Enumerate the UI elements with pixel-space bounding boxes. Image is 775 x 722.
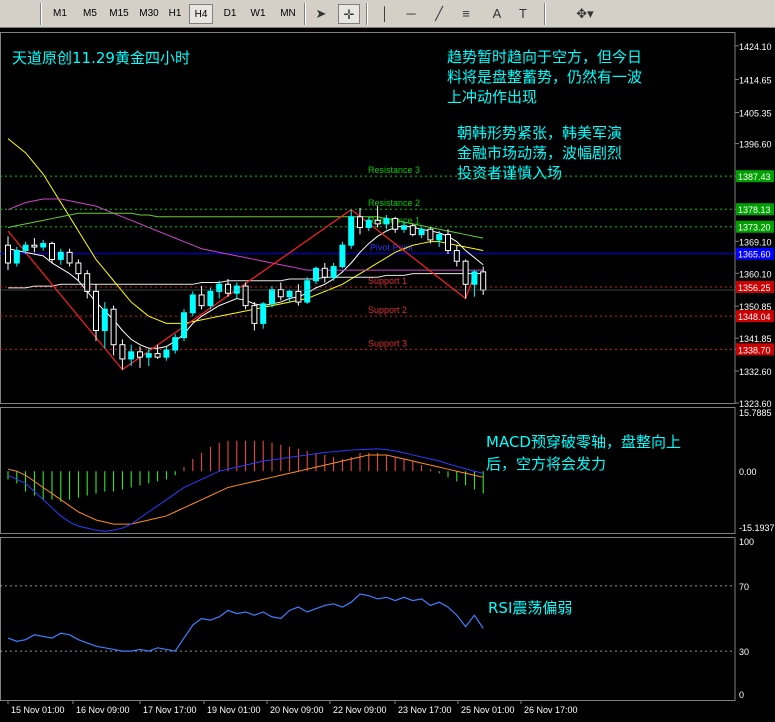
candle [269, 286, 275, 308]
level-price-tag-text: 1378.13 [738, 205, 771, 215]
macd-axis-label: 15.7885 [739, 408, 772, 418]
price-axis-label: 1332.60 [739, 367, 772, 377]
time-axis-label: 17 Nov 17:00 [143, 705, 197, 715]
time-axis-label: 20 Nov 09:00 [270, 705, 324, 715]
time-axis-label: 23 Nov 17:00 [398, 705, 452, 715]
price-axis-label: 1369.10 [739, 237, 772, 247]
trend-comment-line-2: 料将是盘整蓄势，仍然有一波 [447, 68, 642, 86]
price-axis-label: 1341.85 [739, 334, 772, 344]
candle [207, 287, 214, 310]
time-axis-label: 16 Nov 09:00 [76, 705, 130, 715]
trend-comment-line-1: 趋势暂时趋向于空方，但今日 [447, 48, 642, 66]
arrows-dropdown-icon[interactable]: ✥▾ [570, 4, 600, 24]
level-price-tag-text: 1373.20 [738, 223, 771, 233]
rsi-comment: RSI震荡偏弱 [488, 599, 572, 617]
level-label: Resistance 2 [368, 198, 420, 208]
level-label: Resistance 3 [368, 165, 420, 175]
candle [304, 277, 311, 304]
candle [409, 223, 416, 237]
trendline-icon[interactable]: ╱ [428, 4, 450, 24]
macd-comment-line-2: 后，空方将会发力 [486, 455, 606, 473]
rsi-axis-label: 30 [739, 647, 749, 657]
toolbar-separator [40, 3, 42, 25]
level-label: Support 2 [368, 305, 407, 315]
text-icon[interactable]: A [486, 4, 508, 24]
time-axis-label: 19 Nov 01:00 [207, 705, 261, 715]
chart-title: 天道原创11.29黄金四小时 [12, 49, 190, 67]
timeframe-d1-button[interactable]: D1 [218, 4, 242, 24]
time-axis-label: 26 Nov 17:00 [524, 705, 578, 715]
level-price-tag-text: 1348.04 [738, 312, 771, 322]
chart-toolbar: M1 M5 M15 M30 H1 H4 D1 W1 MN ➤ ✛ │ ─ ╱ ≡ A T ✥▾ [0, 0, 775, 28]
candle [339, 241, 346, 269]
timeframe-m1-button[interactable]: M1 [47, 4, 73, 24]
time-axis-label: 22 Nov 09:00 [333, 705, 387, 715]
toolbar-separator [544, 3, 546, 25]
timeframe-m15-button[interactable]: M15 [105, 4, 133, 24]
candle [242, 282, 249, 310]
toolbar-separator [304, 3, 306, 25]
price-axis-label: 1414.65 [739, 75, 772, 85]
trend-comment-line-3: 上冲动作出现 [447, 88, 537, 106]
news-comment-line-1: 朝韩形势紧张，韩美军演 [457, 124, 622, 142]
text-label-icon[interactable]: T [512, 4, 534, 24]
timeframe-mn-button[interactable]: MN [275, 4, 301, 24]
level-price-tag-text: 1338.70 [738, 345, 771, 355]
news-comment-line-2: 金融市场动荡，波幅剧烈 [457, 144, 622, 162]
macd-comment-line-1: MACD预穿破零轴，盘整向上 [486, 433, 681, 451]
time-axis-label: 25 Nov 01:00 [461, 705, 515, 715]
timeframe-w1-button[interactable]: W1 [246, 4, 270, 24]
candle [189, 291, 196, 317]
chart-area: 1424.10 1414.65 1405.35 1396.60 1387.43 1378.… [0, 28, 775, 722]
time-axis-label: 15 Nov 01:00 [11, 705, 65, 715]
timeframe-m5-button[interactable]: M5 [77, 4, 103, 24]
price-axis-label: 1424.10 [739, 42, 772, 52]
timeframe-h4-button[interactable]: H4 [189, 4, 213, 24]
price-axis-label: 1396.60 [739, 140, 772, 150]
candle [181, 309, 187, 342]
rsi-axis-label: 100 [739, 537, 754, 547]
macd-axis-label: 0.00 [739, 467, 757, 477]
vertical-line-icon[interactable]: │ [374, 4, 396, 24]
candle [49, 241, 55, 263]
crosshair-icon[interactable]: ✛ [338, 4, 360, 24]
news-comment-line-3: 投资者谨慎入场 [457, 164, 562, 182]
rsi-axis-label: 0 [739, 690, 744, 700]
price-axis-label: 1360.10 [739, 269, 772, 279]
rsi-axis-label: 70 [739, 582, 749, 592]
horizontal-line-icon[interactable]: ─ [400, 4, 422, 24]
toolbar-separator [366, 3, 368, 25]
macd-axis-label: -15.1937 [739, 523, 775, 533]
timeframe-h1-button[interactable]: H1 [163, 4, 187, 24]
price-axis-label: 1405.35 [739, 108, 772, 118]
chart-background [0, 28, 775, 722]
timeframe-m30-button[interactable]: M30 [135, 4, 163, 24]
fibonacci-icon[interactable]: ≡ [455, 4, 477, 24]
level-price-tag-text: 1356.25 [738, 283, 771, 293]
cursor-arrow-icon[interactable]: ➤ [310, 4, 332, 24]
level-price-tag-text: 1365.60 [738, 250, 771, 260]
level-label: Support 3 [368, 338, 407, 348]
level-price-tag-text: 1387.43 [738, 172, 771, 182]
